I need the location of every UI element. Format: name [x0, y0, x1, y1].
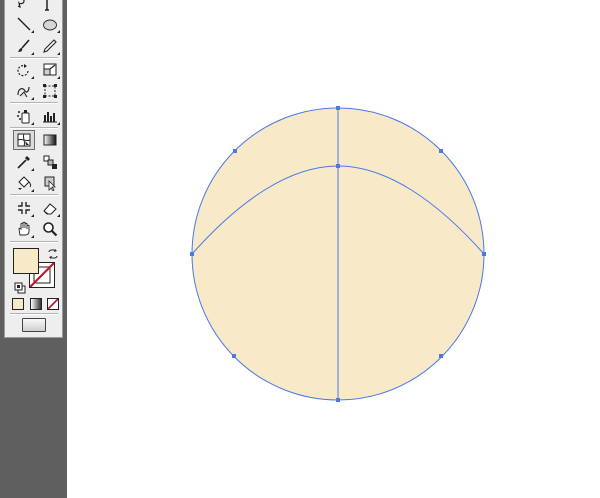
symbol-sprayer-tool-icon[interactable] — [13, 106, 35, 126]
tools-separator — [10, 241, 58, 243]
anchor-point[interactable] — [336, 164, 340, 168]
zoom-tool-icon[interactable] — [39, 219, 61, 239]
paintbrush-tool-icon[interactable] — [13, 36, 35, 56]
scale-tool-icon[interactable] — [39, 60, 61, 80]
illustrator-workspace — [0, 0, 600, 498]
slice-tool-icon[interactable] — [13, 198, 35, 218]
gradient-tool-icon[interactable] — [39, 130, 61, 150]
tools-separator — [10, 57, 58, 59]
anchor-point[interactable] — [336, 398, 340, 402]
tools-panel — [4, 0, 63, 338]
eyedropper-tool-icon[interactable] — [13, 152, 35, 172]
anchor-point[interactable] — [190, 252, 194, 256]
fill-swatch[interactable] — [13, 248, 39, 274]
live-paint-selection-tool-icon[interactable] — [39, 173, 61, 193]
anchor-point[interactable] — [232, 354, 236, 358]
artwork — [190, 106, 486, 402]
live-paint-bucket-tool-icon[interactable] — [13, 173, 35, 193]
anchor-point[interactable] — [439, 354, 443, 358]
anchor-point[interactable] — [482, 252, 486, 256]
anchor-point[interactable] — [233, 149, 237, 153]
screen-mode-button[interactable] — [22, 318, 46, 332]
warp-tool-icon[interactable] — [13, 81, 35, 101]
line-segment-tool-icon[interactable] — [13, 14, 35, 34]
anchor-point[interactable] — [336, 106, 340, 110]
tools-separator — [10, 127, 58, 129]
tools-separator — [10, 313, 58, 315]
free-transform-tool-icon[interactable] — [39, 81, 61, 101]
artboard-canvas[interactable] — [67, 0, 600, 498]
lasso-tool-icon[interactable] — [9, 0, 31, 14]
rotate-tool-icon[interactable] — [13, 60, 35, 80]
tools-separator — [10, 102, 58, 104]
blend-tool-icon[interactable] — [39, 152, 61, 172]
hand-tool-icon[interactable] — [13, 219, 35, 239]
gradient-mode-button[interactable] — [30, 298, 42, 310]
anchor-point[interactable] — [439, 149, 443, 153]
pencil-tool-icon[interactable] — [39, 36, 61, 56]
mesh-tool-icon[interactable] — [13, 130, 35, 150]
ellipse-tool-icon[interactable] — [39, 14, 61, 34]
color-mode-button[interactable] — [12, 298, 24, 310]
eraser-tool-icon[interactable] — [39, 198, 61, 218]
tools-separator — [10, 194, 58, 196]
swap-fill-stroke-icon[interactable] — [47, 245, 59, 259]
type-tool-icon[interactable] — [36, 0, 58, 14]
column-graph-tool-icon[interactable] — [39, 106, 61, 126]
none-mode-button[interactable] — [47, 298, 59, 310]
default-fill-stroke-icon[interactable] — [14, 279, 26, 294]
